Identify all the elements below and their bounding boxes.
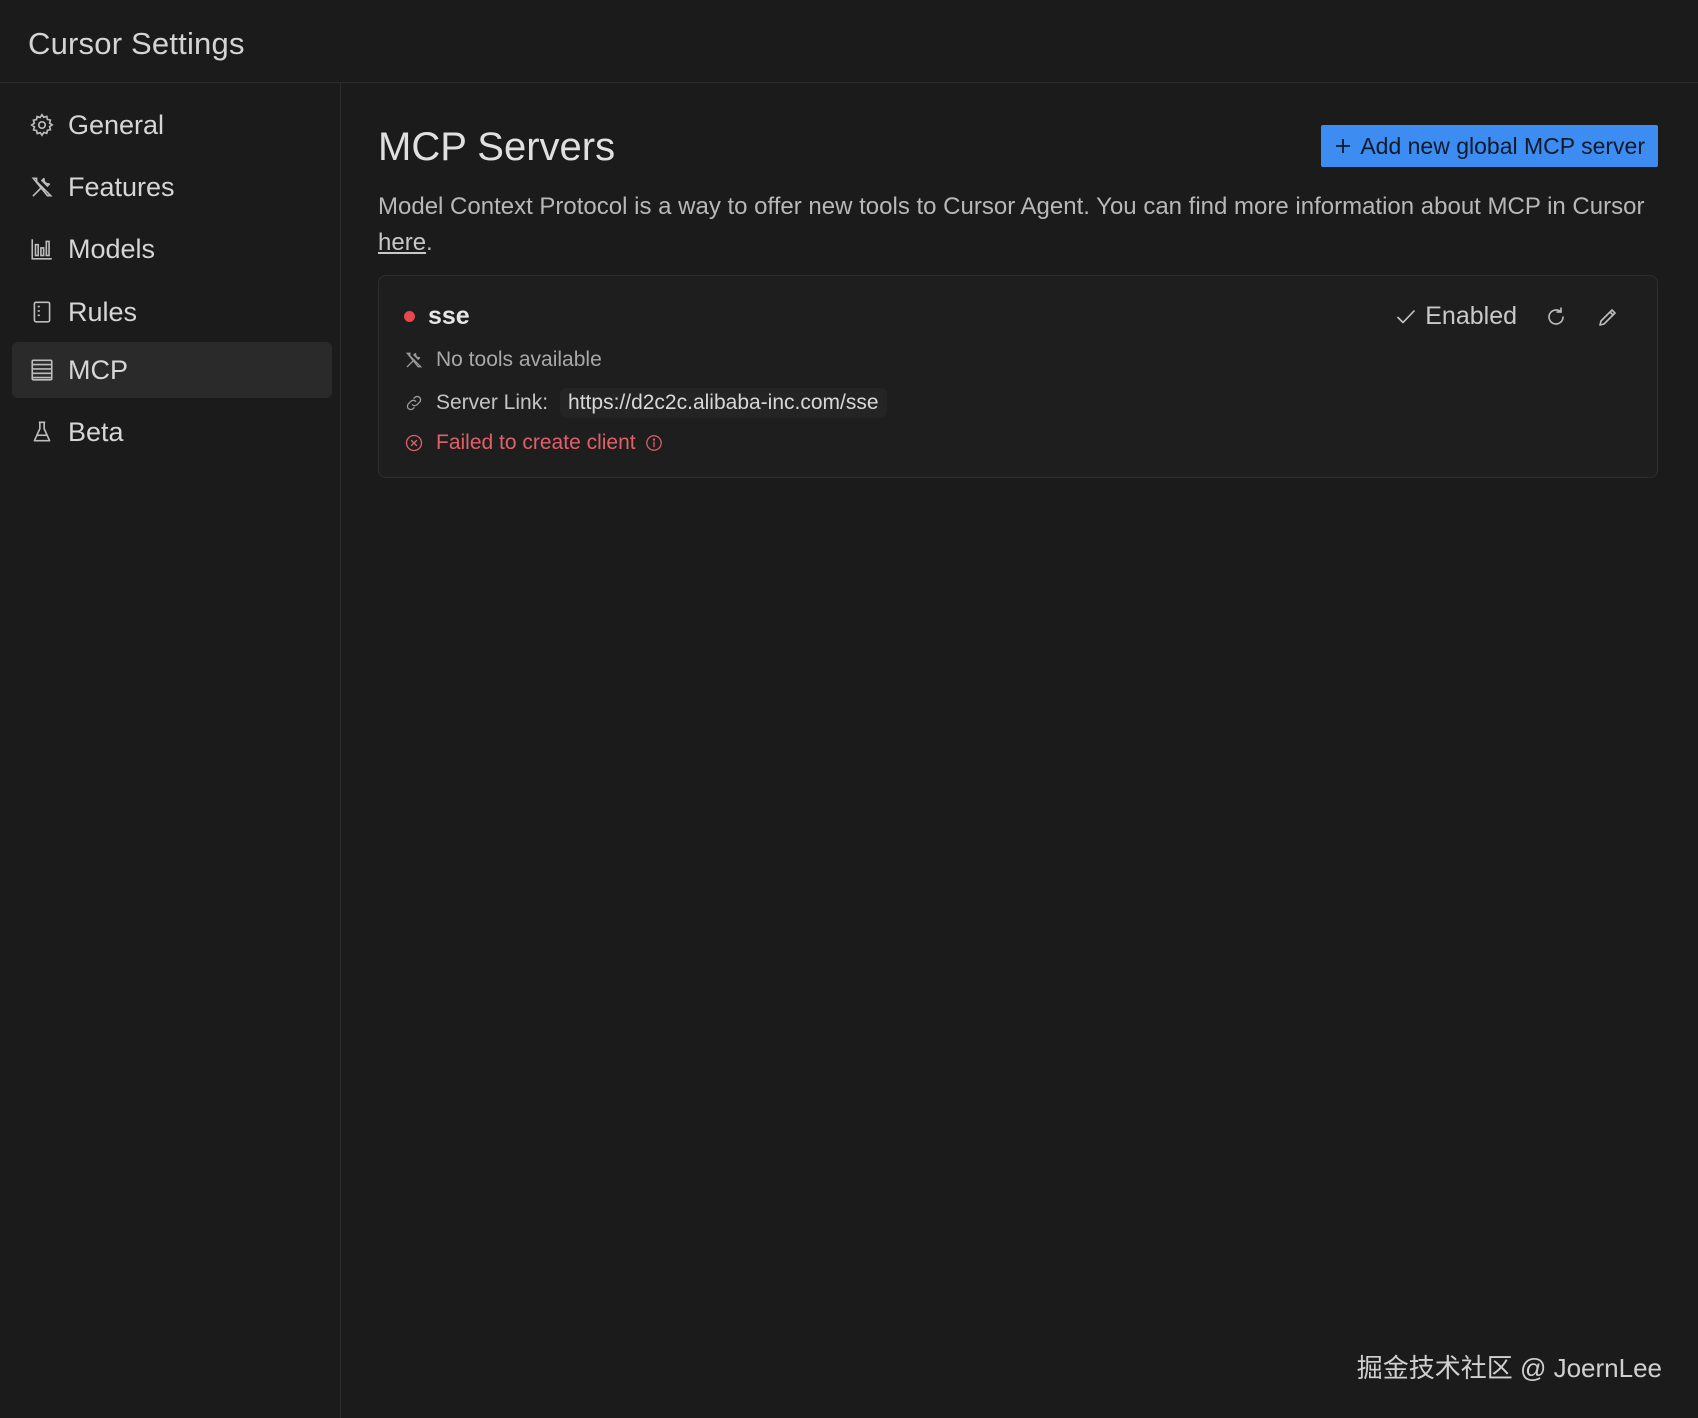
enabled-toggle[interactable]: Enabled [1395, 302, 1517, 331]
description-suffix: . [426, 229, 433, 256]
add-global-mcp-server-button[interactable]: Add new global MCP server [1321, 125, 1658, 167]
settings-window: Cursor Settings General Features Models … [0, 0, 1698, 1418]
error-row: Failed to create client [404, 431, 663, 455]
server-actions: Enabled [1395, 302, 1621, 331]
server-icon [29, 357, 55, 383]
sidebar-item-features[interactable]: Features [12, 159, 332, 215]
book-icon [29, 299, 55, 325]
sidebar: General Features Models Rules MCP Beta [0, 83, 341, 1418]
page-title: MCP Servers [378, 125, 616, 169]
sidebar-item-models[interactable]: Models [12, 221, 332, 277]
enabled-label: Enabled [1425, 302, 1517, 330]
mcp-description: Model Context Protocol is a way to offer… [378, 189, 1668, 261]
sidebar-item-label: MCP [68, 354, 128, 385]
tools-status: No tools available [436, 348, 602, 371]
error-message: Failed to create client [436, 431, 636, 454]
refresh-icon [1548, 306, 1564, 325]
status-dot [404, 311, 415, 322]
sidebar-item-general[interactable]: General [12, 97, 332, 153]
sidebar-item-beta[interactable]: Beta [12, 404, 332, 460]
window-title: Cursor Settings [28, 26, 245, 61]
sidebar-item-rules[interactable]: Rules [12, 284, 332, 340]
sidebar-item-label: Features [68, 171, 175, 202]
info-icon[interactable] [645, 434, 663, 452]
server-name: sse [428, 302, 470, 330]
server-link-value[interactable]: https://d2c2c.alibaba-inc.com/sse [560, 388, 887, 418]
description-text: Model Context Protocol is a way to offer… [378, 193, 1645, 220]
flask-icon [29, 419, 55, 445]
tools-icon [405, 352, 423, 368]
sidebar-item-mcp[interactable]: MCP [12, 342, 332, 398]
sidebar-item-label: Rules [68, 296, 138, 327]
sidebar-item-label: Beta [68, 416, 124, 447]
server-link-label: Server Link: [436, 391, 549, 414]
gear-icon [29, 112, 55, 138]
tools-icon [29, 174, 55, 200]
error-circle-icon [405, 434, 423, 452]
watermark: 掘金技术社区 @ JoernLee [1356, 1353, 1662, 1383]
sidebar-item-label: General [68, 109, 165, 140]
sidebar-item-label: Models [68, 233, 156, 264]
refresh-button[interactable] [1543, 304, 1569, 330]
mcp-info-link[interactable]: here [378, 229, 426, 256]
plus-icon [1336, 139, 1351, 153]
server-header: sse [404, 302, 470, 331]
edit-button[interactable] [1595, 304, 1621, 330]
link-icon [406, 395, 422, 411]
title-bar: Cursor Settings [0, 0, 1698, 83]
check-icon [1397, 309, 1416, 324]
mcp-server-card: sse Enabled No tools available Server Li… [378, 275, 1658, 478]
pencil-icon [1599, 308, 1616, 326]
main-content: MCP Servers Add new global MCP server Mo… [341, 83, 1698, 1418]
add-button-label: Add new global MCP server [1360, 132, 1645, 159]
bar-chart-icon [29, 236, 55, 262]
tools-row: No tools available [404, 348, 602, 372]
server-link-row: Server Link: https://d2c2c.alibaba-inc.c… [404, 388, 887, 418]
